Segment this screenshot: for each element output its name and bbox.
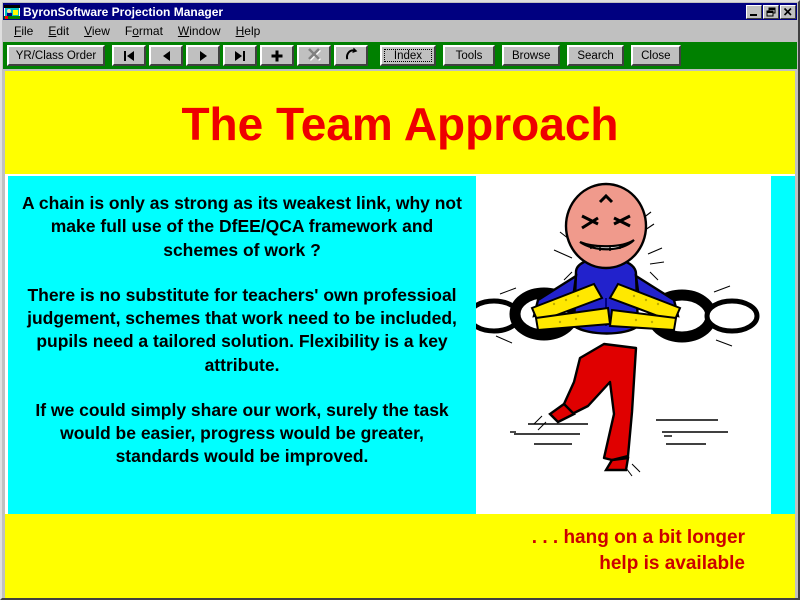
slide-illustration-panel bbox=[476, 176, 771, 514]
menu-item-view[interactable]: View bbox=[77, 22, 118, 40]
toolbar: YR/Class Order Index Tools Browse Search… bbox=[3, 42, 797, 69]
title-bar: ByronSoftware Projection Manager bbox=[3, 3, 797, 20]
browse-button[interactable]: Browse bbox=[502, 45, 561, 66]
window-title: ByronSoftware Projection Manager bbox=[23, 4, 224, 19]
slide-text-panel: A chain is only as strong as its weakest… bbox=[8, 176, 476, 514]
caption-line-1: . . . hang on a bit longer bbox=[531, 527, 745, 548]
slide-caption-band: . . . hang on a bit longer help is avail… bbox=[5, 514, 795, 598]
cross-icon bbox=[307, 47, 321, 64]
delete-record-button[interactable] bbox=[297, 45, 331, 66]
next-record-button[interactable] bbox=[186, 45, 220, 66]
close-button[interactable] bbox=[780, 4, 796, 19]
index-button[interactable]: Index bbox=[380, 45, 436, 66]
refresh-arrow-icon bbox=[344, 47, 359, 65]
restore-button[interactable] bbox=[763, 4, 779, 19]
menu-item-window[interactable]: Window bbox=[171, 22, 229, 40]
menu-item-format[interactable]: Format bbox=[118, 22, 171, 40]
first-record-icon bbox=[124, 50, 134, 61]
previous-record-button[interactable] bbox=[149, 45, 183, 66]
straining-figure-breaking-chain-icon bbox=[476, 176, 771, 514]
menu-bar: File Edit View Format Window Help bbox=[3, 21, 797, 40]
caption-line-2: help is available bbox=[599, 552, 745, 574]
application-window: ByronSoftware Projection Manager File Ed… bbox=[0, 0, 800, 600]
menu-item-help[interactable]: Help bbox=[229, 22, 269, 40]
refresh-button[interactable] bbox=[334, 45, 368, 66]
minimize-button[interactable] bbox=[746, 4, 762, 19]
add-record-button[interactable] bbox=[260, 45, 294, 66]
search-button[interactable]: Search bbox=[567, 45, 624, 66]
search-button-label: Search bbox=[577, 49, 614, 62]
close-toolbar-button[interactable]: Close bbox=[630, 45, 681, 66]
slide-paragraph-1: A chain is only as strong as its weakest… bbox=[22, 193, 462, 260]
index-button-label: Index bbox=[393, 49, 423, 62]
slide-paragraph-3: If we could simply share our work, surel… bbox=[35, 399, 449, 467]
yr-class-order-label: YR/Class Order bbox=[15, 49, 97, 62]
slide-paragraph-2: There is no substitute for teachers' own… bbox=[27, 284, 457, 375]
menu-item-file[interactable]: File bbox=[7, 22, 41, 40]
menu-item-edit[interactable]: Edit bbox=[41, 22, 77, 40]
previous-record-icon bbox=[162, 50, 170, 61]
slide-canvas: The Team Approach A chain is only as str… bbox=[5, 71, 795, 598]
slide-caption: . . . hang on a bit longer help is avail… bbox=[532, 525, 745, 576]
last-record-icon bbox=[235, 50, 245, 61]
yr-class-order-button[interactable]: YR/Class Order bbox=[7, 45, 105, 66]
close-button-label: Close bbox=[641, 49, 671, 62]
tools-button[interactable]: Tools bbox=[443, 45, 495, 66]
tools-button-label: Tools bbox=[455, 49, 483, 62]
slide-title: The Team Approach bbox=[181, 97, 619, 150]
last-record-button[interactable] bbox=[223, 45, 257, 66]
right-accent-strip bbox=[771, 176, 795, 514]
slide-title-band: The Team Approach bbox=[5, 71, 795, 174]
browse-button-label: Browse bbox=[512, 49, 551, 62]
app-icon bbox=[4, 4, 20, 19]
next-record-icon bbox=[199, 50, 207, 61]
plus-icon bbox=[271, 49, 284, 62]
first-record-button[interactable] bbox=[112, 45, 146, 66]
